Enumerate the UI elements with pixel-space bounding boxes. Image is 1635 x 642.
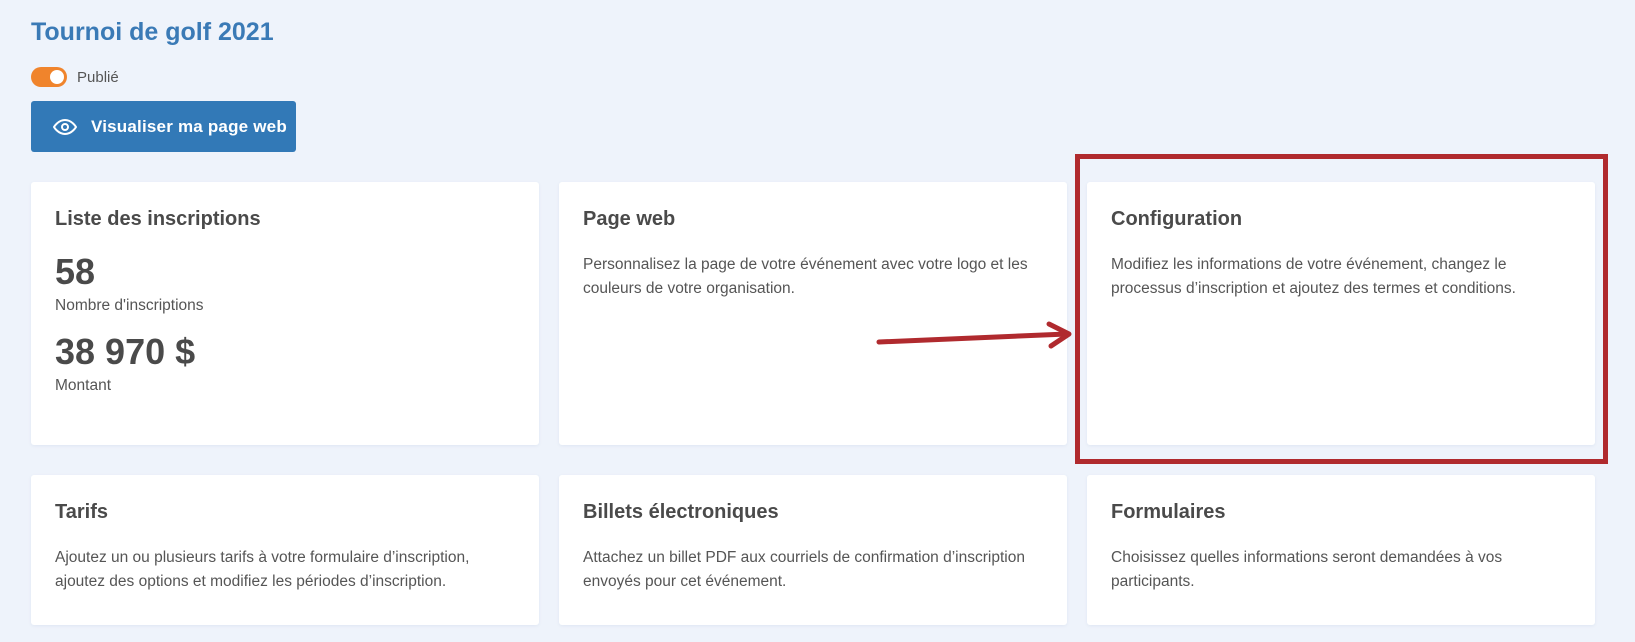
toggle-knob — [50, 70, 64, 84]
page: Tournoi de golf 2021 Publié Visualiser m… — [0, 0, 1635, 642]
tarifs-title: Tarifs — [55, 501, 108, 523]
registrations-count-label: Nombre d'inscriptions — [55, 297, 204, 314]
publish-status-label: Publié — [77, 68, 119, 86]
view-webpage-label: Visualiser ma page web — [91, 116, 287, 136]
forms-title: Formulaires — [1111, 501, 1226, 523]
configuration-description: Modifiez les informations de votre événe… — [1111, 256, 1516, 297]
tickets-title: Billets électroniques — [583, 501, 779, 523]
registrations-amount: 38 970 $ — [55, 331, 196, 372]
publish-toggle[interactable] — [31, 67, 67, 87]
configuration-title: Configuration — [1111, 208, 1243, 230]
view-webpage-button[interactable]: Visualiser ma page web — [31, 101, 296, 152]
registrations-amount-label: Montant — [55, 377, 112, 394]
registrations-count: 58 — [55, 251, 96, 292]
page-title: Tournoi de golf 2021 — [31, 18, 274, 46]
configuration-card[interactable]: Configuration Modifiez les informations … — [1087, 182, 1595, 445]
registrations-title: Liste des inscriptions — [55, 208, 261, 230]
eye-icon — [53, 115, 77, 139]
registrations-card[interactable]: Liste des inscriptions 58 Nombre d'inscr… — [31, 182, 539, 445]
webpage-card[interactable]: Page web Personnalisez la page de votre … — [559, 182, 1067, 445]
tickets-card[interactable]: Billets électroniques Attachez un billet… — [559, 475, 1067, 625]
publish-status: Publié — [31, 67, 119, 87]
tarifs-card[interactable]: Tarifs Ajoutez un ou plusieurs tarifs à … — [31, 475, 539, 625]
tarifs-description: Ajoutez un ou plusieurs tarifs à votre f… — [55, 549, 470, 590]
forms-card[interactable]: Formulaires Choisissez quelles informati… — [1087, 475, 1595, 625]
tickets-description: Attachez un billet PDF aux courriels de … — [583, 549, 1025, 590]
webpage-title: Page web — [583, 208, 676, 230]
webpage-description: Personnalisez la page de votre événement… — [583, 256, 1028, 297]
forms-description: Choisissez quelles informations seront d… — [1111, 549, 1503, 590]
annotation-arrow-icon — [876, 321, 1072, 349]
